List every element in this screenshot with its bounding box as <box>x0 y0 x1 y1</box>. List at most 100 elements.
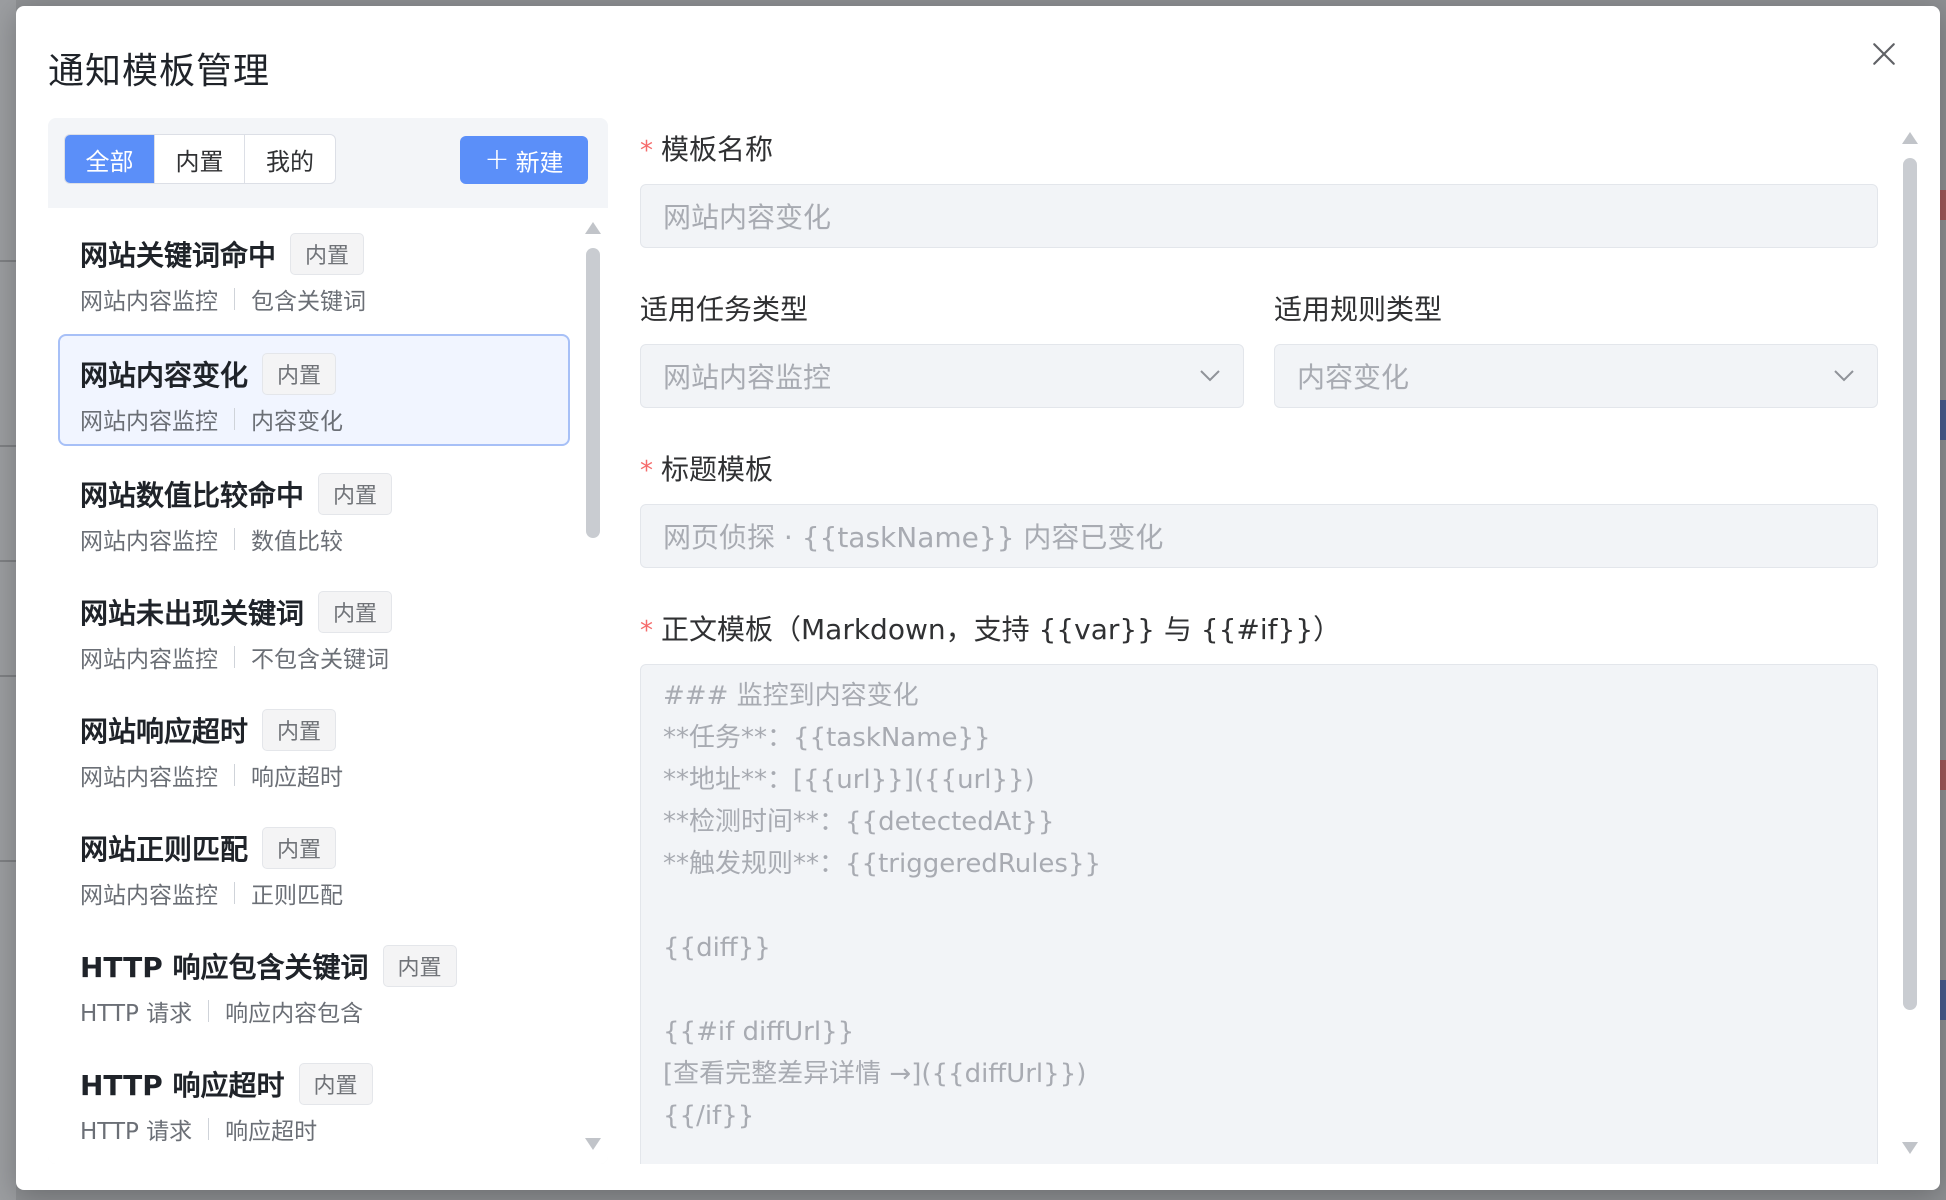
template-task-type: HTTP 请求 <box>80 1119 193 1145</box>
template-list-panel: 全部 内置 我的 + 新建 网站关键词命中 内置 网站内容监控 包含关键词 网站… <box>48 118 608 1164</box>
template-name: 网站未出现关键词 <box>80 597 305 630</box>
template-name-label: * 模板名称 <box>640 128 773 168</box>
template-name: 网站响应超时 <box>80 715 249 748</box>
label-text: 标题模板 <box>661 453 774 486</box>
template-name: 网站关键词命中 <box>80 239 277 272</box>
template-rule-type: 包含关键词 <box>251 289 366 315</box>
template-task-type: 网站内容监控 <box>80 529 218 555</box>
required-mark: * <box>640 456 653 486</box>
divider <box>234 408 235 430</box>
body-line: {{diff}} <box>663 933 771 963</box>
divider <box>234 288 235 310</box>
close-icon <box>1873 43 1895 65</box>
background-divider <box>0 445 16 447</box>
body-line: **触发规则**：{{triggeredRules}} <box>663 849 1102 879</box>
background-divider <box>0 860 16 862</box>
rule-type-select[interactable]: 内容变化 <box>1274 344 1878 408</box>
template-name: 网站内容变化 <box>80 359 249 392</box>
body-line: **任务**：{{taskName}} <box>663 723 991 753</box>
title-template-input[interactable]: 网页侦探 · {{taskName}} 内容已变化 <box>640 504 1878 568</box>
body-template-textarea[interactable]: ### 监控到内容变化 **任务**：{{taskName}} **地址**：[… <box>640 664 1878 1164</box>
body-line: **检测时间**：{{detectedAt}} <box>663 807 1055 837</box>
background-divider <box>0 675 16 677</box>
template-rule-type: 不包含关键词 <box>251 647 389 673</box>
divider <box>234 646 235 668</box>
form-scrollbar[interactable] <box>1898 118 1922 1164</box>
template-task-type: HTTP 请求 <box>80 1001 193 1027</box>
template-name: 网站正则匹配 <box>80 833 249 866</box>
template-task-type: 网站内容监控 <box>80 765 218 791</box>
template-task-type: 网站内容监控 <box>80 289 218 315</box>
template-list-item[interactable]: 网站响应超时 内置 网站内容监控 响应超时 <box>58 690 570 802</box>
body-line: {{#if diffUrl}} <box>663 1017 855 1047</box>
chevron-down-icon <box>1834 370 1854 382</box>
tab-all[interactable]: 全部 <box>65 135 155 183</box>
template-list-item[interactable]: HTTP 响应超时 内置 HTTP 请求 响应超时 <box>58 1044 570 1156</box>
background-divider <box>0 560 16 562</box>
template-list-item[interactable]: HTTP 响应包含关键词 内置 HTTP 请求 响应内容包含 <box>58 926 570 1038</box>
dialog-title: 通知模板管理 <box>48 51 271 92</box>
chevron-down-icon <box>1200 370 1220 382</box>
body-line: **地址**：[{{url}}]({{url}}) <box>663 765 1035 795</box>
close-button[interactable] <box>1864 34 1904 74</box>
builtin-badge: 内置 <box>262 353 337 395</box>
template-edit-form: * 模板名称 网站内容变化 适用任务类型 适用规则类型 网站内容监控 内容变化 *… <box>640 118 1890 1164</box>
scroll-up-arrow-icon[interactable] <box>1902 132 1918 144</box>
template-list-item-selected[interactable]: 网站内容变化 内置 网站内容监控 内容变化 <box>58 334 570 446</box>
template-rule-type: 响应内容包含 <box>225 1001 364 1027</box>
builtin-badge: 内置 <box>262 827 337 869</box>
template-task-type: 网站内容监控 <box>80 647 218 673</box>
list-scrollbar[interactable] <box>582 208 604 1164</box>
task-type-label: 适用任务类型 <box>640 293 809 326</box>
template-rule-type: 响应超时 <box>251 765 343 791</box>
rule-type-value: 内容变化 <box>1297 361 1410 394</box>
task-type-select[interactable]: 网站内容监控 <box>640 344 1244 408</box>
builtin-badge: 内置 <box>318 591 393 633</box>
template-name: HTTP 响应超时 <box>80 1069 285 1102</box>
label-text: 模板名称 <box>661 133 774 166</box>
filter-segmented-control: 全部 内置 我的 <box>64 134 336 184</box>
template-list-item[interactable]: 网站未出现关键词 内置 网站内容监控 不包含关键词 <box>58 572 570 684</box>
template-rule-type: 内容变化 <box>251 409 343 435</box>
builtin-badge: 内置 <box>290 233 365 275</box>
new-template-label: 新建 <box>515 148 564 177</box>
body-template-label: * 正文模板（Markdown，支持 {{var}} 与 {{#if}}） <box>640 608 1341 648</box>
divider <box>234 882 235 904</box>
template-task-type: 网站内容监控 <box>80 409 218 435</box>
label-text: 正文模板（Markdown，支持 {{var}} 与 {{#if}}） <box>661 613 1342 646</box>
template-task-type: 网站内容监控 <box>80 883 218 909</box>
divider <box>208 1118 210 1140</box>
template-name: HTTP 响应包含关键词 <box>80 951 369 984</box>
scrollbar-thumb[interactable] <box>1903 158 1917 1010</box>
scroll-down-arrow-icon[interactable] <box>1902 1142 1918 1154</box>
builtin-badge: 内置 <box>382 945 457 987</box>
builtin-badge: 内置 <box>262 709 337 751</box>
template-manager-dialog: 通知模板管理 全部 内置 我的 + 新建 网站关键词命中 内置 网站内容监控 包… <box>16 6 1940 1190</box>
template-list-item[interactable]: 网站数值比较命中 内置 网站内容监控 数值比较 <box>58 454 570 566</box>
template-list-item[interactable]: 网站关键词命中 内置 网站内容监控 包含关键词 <box>58 214 570 326</box>
rule-type-label: 适用规则类型 <box>1274 293 1443 326</box>
tab-builtin[interactable]: 内置 <box>155 135 245 183</box>
new-template-button[interactable]: + 新建 <box>460 136 588 184</box>
builtin-badge: 内置 <box>318 473 393 515</box>
template-name-input[interactable]: 网站内容变化 <box>640 184 1878 248</box>
title-template-label: * 标题模板 <box>640 448 773 488</box>
body-line <box>663 885 1855 927</box>
builtin-badge: 内置 <box>298 1063 373 1105</box>
scrollbar-thumb[interactable] <box>586 248 600 538</box>
body-line: {{/if}} <box>663 1101 755 1131</box>
tab-mine[interactable]: 我的 <box>245 135 335 183</box>
plus-icon: + <box>484 142 510 177</box>
template-list: 网站关键词命中 内置 网站内容监控 包含关键词 网站内容变化 内置 网站内容监控 <box>48 208 608 1164</box>
body-line <box>663 969 1855 1011</box>
template-list-item[interactable]: 网站正则匹配 内置 网站内容监控 正则匹配 <box>58 808 570 920</box>
background-strip <box>0 0 16 1200</box>
body-line: ### 监控到内容变化 <box>663 681 919 711</box>
divider <box>208 1000 210 1022</box>
task-type-value: 网站内容监控 <box>663 361 832 394</box>
required-mark: * <box>640 136 653 166</box>
template-name: 网站数值比较命中 <box>80 479 305 512</box>
template-rule-type: 正则匹配 <box>251 883 343 909</box>
scroll-up-arrow-icon[interactable] <box>585 222 601 234</box>
scroll-down-arrow-icon[interactable] <box>585 1138 601 1150</box>
